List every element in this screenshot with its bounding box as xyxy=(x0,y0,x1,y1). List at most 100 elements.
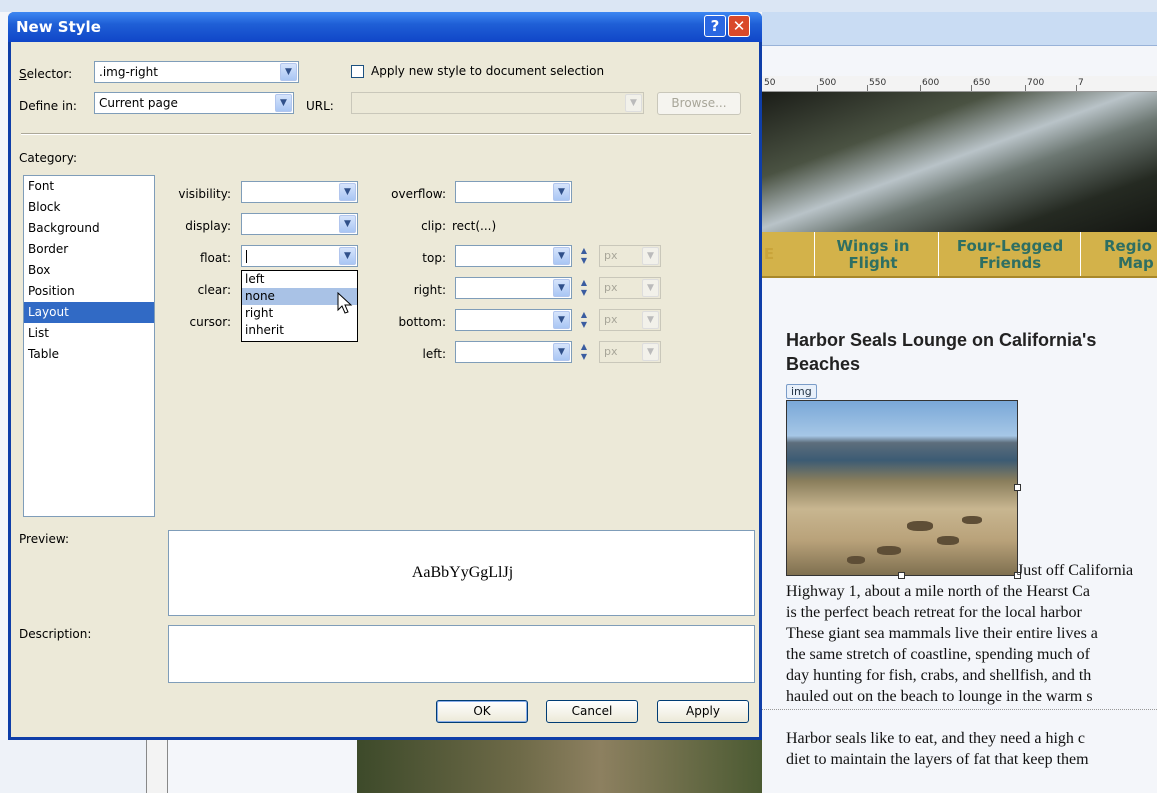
mouse-pointer-icon xyxy=(337,292,353,314)
float-select[interactable]: ▼ xyxy=(241,245,358,267)
paragraph-divider xyxy=(762,709,1157,710)
category-item-block[interactable]: Block xyxy=(24,197,154,218)
chevron-down-icon[interactable]: ▼ xyxy=(339,247,356,265)
apply-selection-label: Apply new style to document selection xyxy=(371,64,605,78)
left-spinner[interactable]: ▲ ▼ xyxy=(577,342,591,362)
url-label: URL: xyxy=(306,99,334,113)
apply-selection-checkbox[interactable] xyxy=(351,65,364,78)
description-label: Description: xyxy=(19,627,92,641)
ok-button[interactable]: OK xyxy=(436,700,528,723)
bottom-input[interactable]: ▼ xyxy=(455,309,572,331)
selector-combo[interactable]: .img-right ▼ xyxy=(94,61,299,83)
description-box[interactable] xyxy=(168,625,755,683)
ruler-tick: 650 xyxy=(973,78,991,88)
chevron-down-icon[interactable]: ▼ xyxy=(275,94,292,112)
resize-handle[interactable] xyxy=(1014,484,1021,491)
apply-button[interactable]: Apply xyxy=(657,700,749,723)
right-label: right: xyxy=(413,283,446,297)
chevron-down-icon[interactable]: ▼ xyxy=(553,311,570,329)
unit-value: px xyxy=(604,249,618,262)
bottom-unit-select[interactable]: px ▼ xyxy=(599,309,661,331)
chevron-down-icon[interactable]: ▼ xyxy=(280,63,297,81)
chevron-down-icon: ▼ xyxy=(642,247,659,265)
ruler-tick: 500 xyxy=(819,78,837,88)
nav-item-label: Map xyxy=(1118,254,1154,272)
chevron-down-icon[interactable]: ▼ xyxy=(553,247,570,265)
close-icon[interactable]: ✕ xyxy=(728,15,750,37)
article-body[interactable]: Just off California Highway 1, about a m… xyxy=(786,560,1156,770)
display-label: display: xyxy=(185,219,231,233)
chevron-down-icon[interactable]: ▼ xyxy=(553,279,570,297)
selector-label: Selector: xyxy=(19,67,73,81)
header-image xyxy=(762,92,1157,232)
top-spinner[interactable]: ▲ ▼ xyxy=(577,246,591,266)
category-list[interactable]: Font Block Background Border Box Positio… xyxy=(23,175,155,517)
ruler-tick: 7 xyxy=(1078,78,1084,88)
left-panel-strip xyxy=(0,740,150,793)
top-unit-select[interactable]: px ▼ xyxy=(599,245,661,267)
url-combo[interactable]: ▼ xyxy=(351,92,644,114)
preview-text: AaBbYyGgLlJj xyxy=(411,564,514,581)
body-line: diet to maintain the layers of fat that … xyxy=(786,751,1089,768)
category-item-box[interactable]: Box xyxy=(24,260,154,281)
body-line: is the perfect beach retreat for the loc… xyxy=(786,604,1082,621)
category-item-background[interactable]: Background xyxy=(24,218,154,239)
cancel-button[interactable]: Cancel xyxy=(546,700,638,723)
horizontal-ruler[interactable]: 50 500 550 600 650 700 7 xyxy=(762,76,1157,92)
float-option-inherit[interactable]: inherit xyxy=(242,322,357,339)
seal-beach-photo[interactable] xyxy=(786,400,1018,576)
nav-item-wings-in-flight[interactable]: Wings in Flight xyxy=(818,238,928,272)
body-line: hauled out on the beach to lounge in the… xyxy=(786,688,1093,705)
body-line: the same stretch of coastline, spending … xyxy=(786,646,1090,663)
ruler-tick: 50 xyxy=(764,78,776,88)
clip-value[interactable]: rect(...) xyxy=(452,219,496,233)
overflow-select[interactable]: ▼ xyxy=(455,181,572,203)
left-input[interactable]: ▼ xyxy=(455,341,572,363)
bottom-spinner[interactable]: ▲ ▼ xyxy=(577,310,591,330)
category-item-font[interactable]: Font xyxy=(24,176,154,197)
dialog-title-bar[interactable]: New Style ? ✕ xyxy=(8,12,762,42)
nav-item-partial[interactable]: E xyxy=(762,246,776,263)
text-caret xyxy=(246,250,247,263)
visibility-select[interactable]: ▼ xyxy=(241,181,358,203)
unit-value: px xyxy=(604,313,618,326)
cursor-label: cursor: xyxy=(189,315,232,329)
chevron-down-icon[interactable]: ▼ xyxy=(553,343,570,361)
category-item-border[interactable]: Border xyxy=(24,239,154,260)
preview-label: Preview: xyxy=(19,532,70,546)
dialog-separator xyxy=(21,133,751,135)
category-item-list[interactable]: List xyxy=(24,323,154,344)
right-input[interactable]: ▼ xyxy=(455,277,572,299)
define-in-label: Define in: xyxy=(19,99,77,113)
category-item-table[interactable]: Table xyxy=(24,344,154,365)
chevron-down-icon: ▼ xyxy=(642,343,659,361)
bottom-label: bottom: xyxy=(398,315,446,329)
img-tag-label[interactable]: img xyxy=(786,384,817,399)
category-item-layout[interactable]: Layout xyxy=(24,302,154,323)
chevron-down-icon: ▼ xyxy=(642,279,659,297)
top-input[interactable]: ▼ xyxy=(455,245,572,267)
chevron-down-icon[interactable]: ▼ xyxy=(553,183,570,201)
help-icon[interactable]: ? xyxy=(704,15,726,37)
chevron-down-icon[interactable]: ▼ xyxy=(339,215,356,233)
selector-value: .img-right xyxy=(99,65,158,79)
float-option-left[interactable]: left xyxy=(242,271,357,288)
article-title[interactable]: Harbor Seals Lounge on California's Beac… xyxy=(786,328,1156,376)
category-item-position[interactable]: Position xyxy=(24,281,154,302)
clip-label: clip: xyxy=(421,219,446,233)
body-line: Just off California xyxy=(1017,562,1134,579)
nav-item-label: Four-Legged xyxy=(956,237,1064,255)
left-unit-select[interactable]: px ▼ xyxy=(599,341,661,363)
display-select[interactable]: ▼ xyxy=(241,213,358,235)
body-line: day hunting for fish, crabs, and shellfi… xyxy=(786,667,1092,684)
browse-button[interactable]: Browse... xyxy=(657,92,741,115)
right-unit-select[interactable]: px ▼ xyxy=(599,277,661,299)
nav-item-label: Regio xyxy=(1104,237,1152,255)
chevron-down-icon[interactable]: ▼ xyxy=(339,183,356,201)
nav-item-regional-map[interactable]: Regio Map xyxy=(1104,238,1157,272)
site-nav-bar: E Wings in Flight Four-Legged Friends Re… xyxy=(762,232,1157,278)
right-spinner[interactable]: ▲ ▼ xyxy=(577,278,591,298)
define-in-combo[interactable]: Current page ▼ xyxy=(94,92,294,114)
chevron-down-icon: ▼ xyxy=(642,311,659,329)
nav-item-four-legged-friends[interactable]: Four-Legged Friends xyxy=(940,238,1080,272)
